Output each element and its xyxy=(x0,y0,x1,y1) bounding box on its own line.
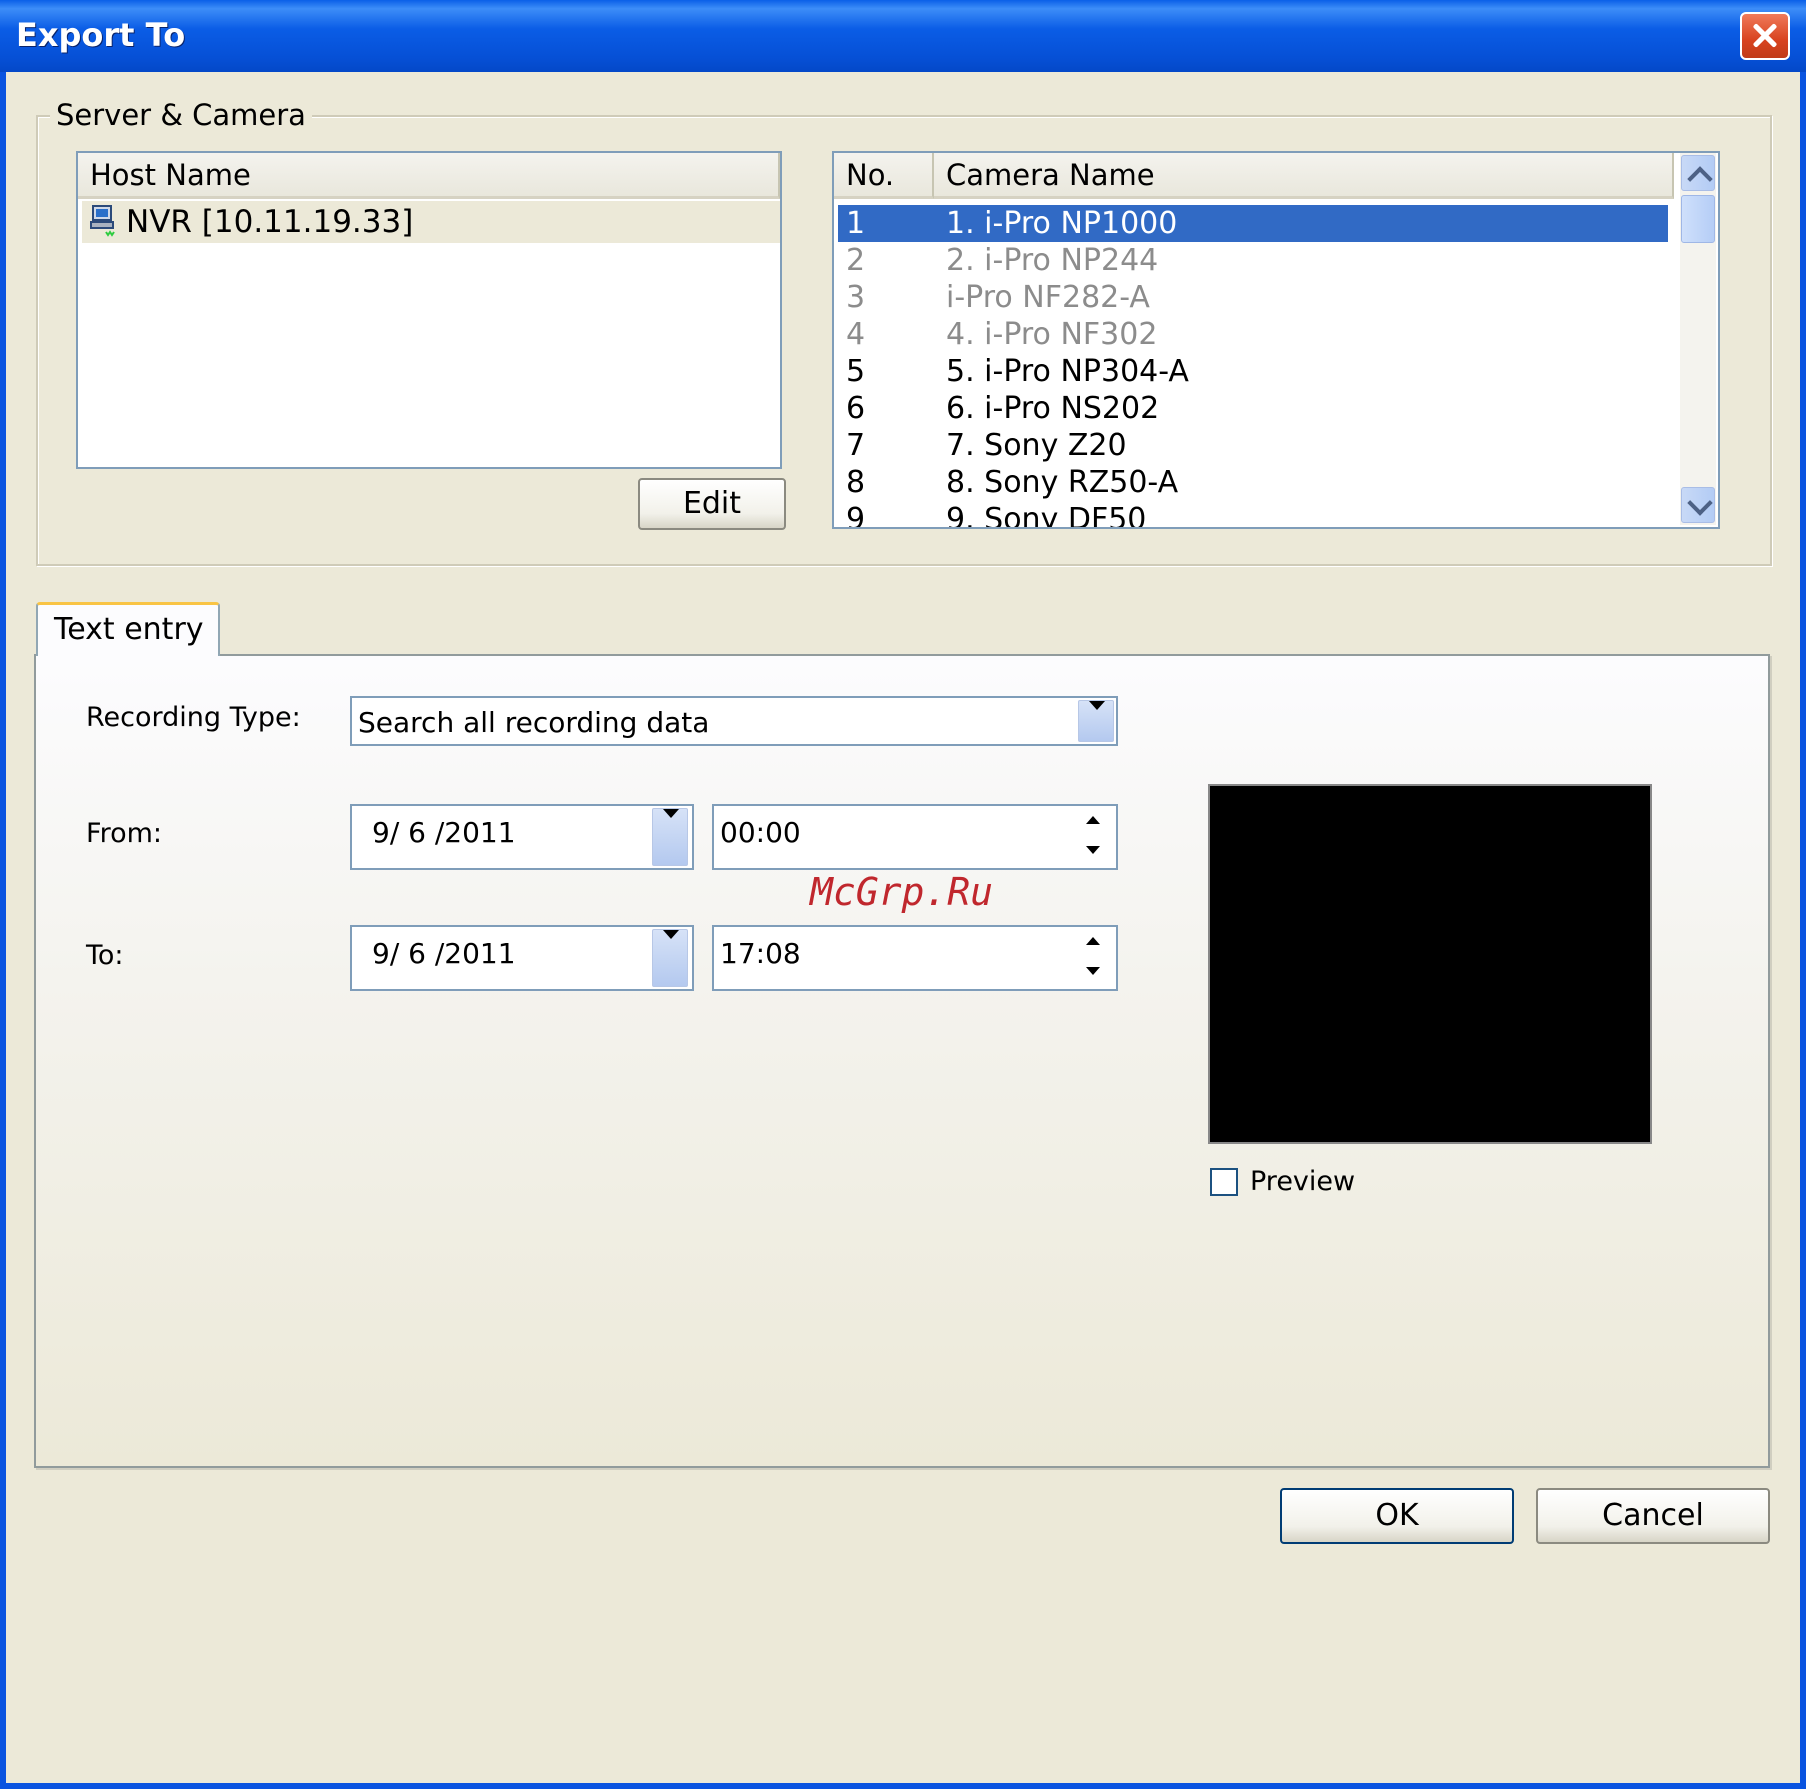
spin-up-icon[interactable] xyxy=(1074,929,1114,955)
camera-name: 6. i-Pro NS202 xyxy=(946,391,1160,426)
recording-type-label: Recording Type: xyxy=(86,702,301,733)
preview-video xyxy=(1208,784,1652,1144)
edit-button[interactable]: Edit xyxy=(638,478,786,530)
title-bar: Export To xyxy=(0,0,1806,72)
scroll-down-button[interactable] xyxy=(1681,487,1715,523)
recording-type-value: Search all recording data xyxy=(358,706,710,739)
camera-no: 8 xyxy=(846,465,866,500)
camera-list-scrollbar[interactable] xyxy=(1680,153,1716,525)
spin-down-icon[interactable] xyxy=(1074,838,1114,864)
cancel-button[interactable]: Cancel xyxy=(1536,1488,1770,1544)
camera-row[interactable]: 6 6. i-Pro NS202 xyxy=(838,390,1668,427)
host-list[interactable]: Host Name NVR [10.11.19.33] xyxy=(76,151,782,469)
camera-name: 7. Sony Z20 xyxy=(946,428,1127,463)
to-date-value: 9/ 6 /2011 xyxy=(372,937,516,970)
tab-text-entry[interactable]: Text entry xyxy=(36,602,220,656)
camera-name: 4. i-Pro NF302 xyxy=(946,317,1158,352)
camera-no: 5 xyxy=(846,354,866,389)
scroll-up-button[interactable] xyxy=(1681,155,1715,192)
camera-name: 1. i-Pro NP1000 xyxy=(946,206,1178,241)
calendar-dropdown-icon[interactable] xyxy=(652,929,688,987)
calendar-dropdown-icon[interactable] xyxy=(652,808,688,866)
camera-row[interactable]: 3 i-Pro NF282-A xyxy=(838,279,1668,316)
host-row[interactable]: NVR [10.11.19.33] xyxy=(82,201,780,243)
host-name: NVR [10.11.19.33] xyxy=(126,204,414,240)
chevron-down-icon[interactable] xyxy=(1078,700,1114,742)
chevron-down-icon xyxy=(1687,490,1713,516)
camera-row[interactable]: 8 8. Sony RZ50-A xyxy=(838,464,1668,501)
camera-name: 9. Sony DF50 xyxy=(946,502,1147,529)
camera-name: 8. Sony RZ50-A xyxy=(946,465,1179,500)
from-label: From: xyxy=(86,818,162,849)
spin-up-icon[interactable] xyxy=(1074,808,1114,834)
camera-name-header[interactable]: Camera Name xyxy=(934,153,1674,199)
camera-list[interactable]: No. Camera Name 1 1. i-Pro NP1000 2 2. i… xyxy=(832,151,1720,529)
to-date-picker[interactable]: 9/ 6 /2011 xyxy=(350,925,694,991)
preview-checkbox[interactable] xyxy=(1210,1168,1238,1196)
window-title: Export To xyxy=(16,16,186,54)
camera-row[interactable]: 1 1. i-Pro NP1000 xyxy=(838,205,1668,242)
close-icon[interactable] xyxy=(1740,12,1790,60)
recording-type-select[interactable]: Search all recording data xyxy=(350,696,1118,746)
to-time-value: 17:08 xyxy=(720,937,801,970)
to-label: To: xyxy=(86,940,124,971)
scroll-thumb[interactable] xyxy=(1681,195,1715,243)
computer-icon xyxy=(90,205,115,237)
spin-down-icon[interactable] xyxy=(1074,959,1114,985)
watermark: McGrp.Ru xyxy=(810,870,994,914)
host-name-header[interactable]: Host Name xyxy=(78,153,780,199)
camera-name: 2. i-Pro NP244 xyxy=(946,243,1159,278)
server-camera-label: Server & Camera xyxy=(50,98,312,132)
camera-no-header[interactable]: No. xyxy=(834,153,934,199)
camera-name: i-Pro NF282-A xyxy=(946,280,1150,315)
from-date-picker[interactable]: 9/ 6 /2011 xyxy=(350,804,694,870)
camera-no: 6 xyxy=(846,391,866,426)
camera-name: 5. i-Pro NP304-A xyxy=(946,354,1189,389)
camera-no: 2 xyxy=(846,243,866,278)
camera-row[interactable]: 4 4. i-Pro NF302 xyxy=(838,316,1668,353)
camera-row[interactable]: 7 7. Sony Z20 xyxy=(838,427,1668,464)
camera-no: 9 xyxy=(846,502,866,529)
from-time-value: 00:00 xyxy=(720,816,801,849)
preview-label[interactable]: Preview xyxy=(1250,1166,1355,1197)
chevron-up-icon xyxy=(1687,166,1713,192)
to-time-input[interactable]: 17:08 xyxy=(712,925,1118,991)
camera-row[interactable]: 5 5. i-Pro NP304-A xyxy=(838,353,1668,390)
camera-no: 1 xyxy=(846,206,866,241)
ok-button[interactable]: OK xyxy=(1280,1488,1514,1544)
from-time-input[interactable]: 00:00 xyxy=(712,804,1118,870)
camera-no: 4 xyxy=(846,317,866,352)
camera-row[interactable]: 9 9. Sony DF50 xyxy=(838,501,1668,529)
from-date-value: 9/ 6 /2011 xyxy=(372,816,516,849)
camera-no: 7 xyxy=(846,428,866,463)
camera-no: 3 xyxy=(846,280,866,315)
camera-row[interactable]: 2 2. i-Pro NP244 xyxy=(838,242,1668,279)
